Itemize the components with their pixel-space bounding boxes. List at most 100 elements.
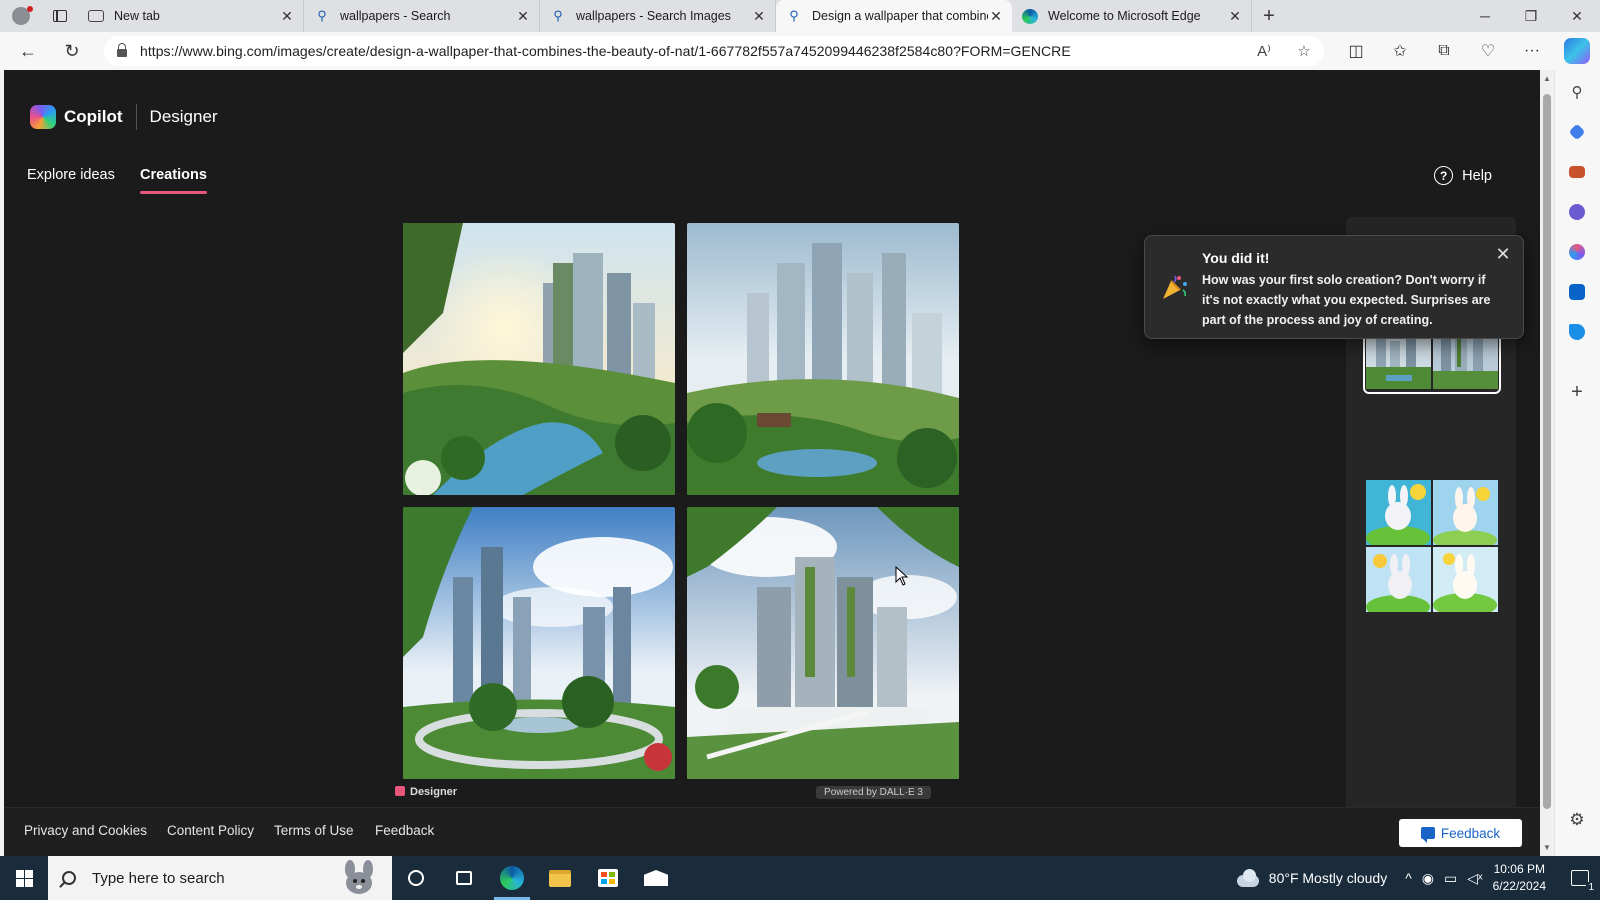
- feedback-button-label: Feedback: [1440, 825, 1501, 841]
- taskbar-search-placeholder: Type here to search: [92, 869, 225, 887]
- generated-image-3[interactable]: [403, 507, 675, 779]
- sidebar-search-icon[interactable]: ⚲: [1567, 82, 1587, 102]
- page-footer: Privacy and Cookies Content Policy Terms…: [4, 807, 1540, 856]
- scroll-up-arrow-icon[interactable]: ▲: [1542, 74, 1552, 83]
- scrollbar-thumb[interactable]: [1543, 94, 1551, 809]
- minimize-button[interactable]: ─: [1462, 0, 1508, 32]
- browser-tab-wallpapers-images[interactable]: ⚲ wallpapers - Search Images ✕: [540, 0, 776, 32]
- footer-link-feedback[interactable]: Feedback: [375, 823, 434, 838]
- tab-creations[interactable]: Creations: [140, 167, 207, 194]
- footer-link-privacy[interactable]: Privacy and Cookies: [24, 823, 147, 838]
- help-button[interactable]: ? Help: [1434, 166, 1492, 185]
- active-tab-indicator: [140, 191, 207, 194]
- mouse-cursor-icon: [895, 566, 909, 586]
- network-icon[interactable]: ▭: [1444, 870, 1457, 887]
- tab-actions-icon: [53, 10, 67, 22]
- favorites-button[interactable]: ✩: [1378, 32, 1422, 70]
- favorite-star-icon[interactable]: ☆: [1284, 42, 1324, 60]
- outlook-icon[interactable]: [1567, 282, 1587, 302]
- edge-icon: [1022, 8, 1038, 24]
- settings-more-button[interactable]: ···: [1510, 32, 1554, 70]
- back-button[interactable]: ←: [6, 32, 50, 70]
- search-highlight-icon: [345, 860, 373, 894]
- new-tab-button[interactable]: +: [1252, 0, 1286, 32]
- tab-explore-ideas[interactable]: Explore ideas: [27, 167, 115, 183]
- weather-cloud-icon[interactable]: [1235, 869, 1261, 887]
- profile-alert-dot: [27, 6, 33, 12]
- footer-link-terms[interactable]: Terms of Use: [274, 823, 354, 838]
- meet-now-icon[interactable]: ◉: [1422, 870, 1434, 887]
- browser-essentials-button[interactable]: ♡: [1466, 32, 1510, 70]
- generated-image-1[interactable]: [403, 223, 675, 495]
- browser-tab-design-wallpaper[interactable]: ⚲ Design a wallpaper that combine ✕: [776, 0, 1012, 32]
- generated-image-4[interactable]: [687, 507, 959, 779]
- close-tab-icon[interactable]: ✕: [751, 8, 767, 25]
- weather-text[interactable]: 80°F Mostly cloudy: [1269, 870, 1387, 886]
- clock-date: 6/22/2024: [1492, 879, 1546, 893]
- windows-taskbar: Type here to search 80°F Mostly cloudy ^…: [0, 856, 1600, 900]
- refresh-button[interactable]: ↻: [50, 32, 94, 70]
- tools-briefcase-icon[interactable]: [1567, 162, 1587, 182]
- url-text[interactable]: https://www.bing.com/images/create/desig…: [140, 43, 1244, 59]
- start-button[interactable]: [0, 856, 48, 900]
- browser-tab-wallpapers-search[interactable]: ⚲ wallpapers - Search ✕: [304, 0, 540, 32]
- close-tab-icon[interactable]: ✕: [515, 8, 531, 25]
- sidebar-settings-gear-icon[interactable]: ⚙: [1567, 810, 1587, 830]
- taskbar-store[interactable]: [584, 856, 632, 900]
- cortana-button[interactable]: [392, 856, 440, 900]
- collections-button[interactable]: ⧉: [1422, 32, 1466, 70]
- page-scrollbar[interactable]: ▲ ▼: [1540, 70, 1554, 856]
- games-icon[interactable]: [1567, 202, 1587, 222]
- taskbar-mail[interactable]: [632, 856, 680, 900]
- feedback-icon: [1420, 827, 1435, 843]
- read-aloud-icon[interactable]: A⁾: [1244, 42, 1284, 60]
- designer-logo[interactable]: Copilot Designer: [30, 104, 218, 130]
- taskbar-clock[interactable]: 10:06 PM 6/22/2024: [1493, 861, 1546, 895]
- show-hidden-icons-chevron-icon[interactable]: ^: [1405, 870, 1412, 886]
- toast-title: You did it!: [1202, 250, 1270, 266]
- history-group-bunny[interactable]: [1366, 480, 1498, 612]
- toast-message: How was your first solo creation? Don't …: [1202, 273, 1491, 327]
- close-tab-icon[interactable]: ✕: [1227, 8, 1243, 25]
- browser-tab-strip: New tab ✕ ⚲ wallpapers - Search ✕ ⚲ wall…: [0, 0, 1600, 32]
- browser-tab-welcome-edge[interactable]: Welcome to Microsoft Edge ✕: [1012, 0, 1252, 32]
- shopping-tag-icon[interactable]: [1567, 122, 1587, 142]
- edge-sidebar: ⚲ + ⚙: [1554, 70, 1600, 856]
- copilot-sidebar-button[interactable]: [1564, 38, 1590, 64]
- drop-icon[interactable]: [1567, 322, 1587, 342]
- split-screen-button[interactable]: ◫: [1334, 32, 1378, 70]
- volume-muted-icon[interactable]: ◁ˣ: [1467, 870, 1482, 887]
- tab-actions-button[interactable]: [42, 0, 78, 32]
- close-tab-icon[interactable]: ✕: [279, 8, 295, 25]
- profile-button[interactable]: [0, 0, 42, 32]
- lock-icon[interactable]: [104, 43, 140, 57]
- designer-watermark: Designer: [395, 786, 457, 798]
- help-label: Help: [1462, 167, 1492, 184]
- task-view-icon: [456, 871, 472, 885]
- tab-creations-label: Creations: [140, 167, 207, 183]
- close-icon[interactable]: ✕: [1493, 244, 1513, 265]
- close-window-button[interactable]: ✕: [1554, 0, 1600, 32]
- address-bar[interactable]: https://www.bing.com/images/create/desig…: [104, 36, 1324, 66]
- notification-center-button[interactable]: 1: [1560, 856, 1600, 900]
- feedback-button[interactable]: Feedback: [1399, 819, 1522, 847]
- party-popper-icon: [1163, 275, 1187, 299]
- microsoft-365-icon[interactable]: [1567, 242, 1587, 262]
- restore-button[interactable]: ❐: [1508, 0, 1554, 32]
- taskbar-search-box[interactable]: Type here to search: [48, 856, 392, 900]
- task-view-button[interactable]: [440, 856, 488, 900]
- generated-image-2[interactable]: [687, 223, 959, 495]
- add-sidebar-app-icon[interactable]: +: [1567, 381, 1587, 403]
- taskbar-edge[interactable]: [488, 856, 536, 900]
- close-tab-icon[interactable]: ✕: [988, 8, 1004, 25]
- scroll-down-arrow-icon[interactable]: ▼: [1542, 843, 1552, 852]
- footer-link-content-policy[interactable]: Content Policy: [167, 823, 254, 838]
- notification-count: 1: [1586, 882, 1596, 893]
- taskbar-file-explorer[interactable]: [536, 856, 584, 900]
- clock-time: 10:06 PM: [1493, 862, 1545, 876]
- tab-label: Design a wallpaper that combine: [812, 9, 988, 23]
- history-thumb: [1433, 480, 1498, 545]
- system-tray: 80°F Mostly cloudy ^ ◉ ▭ ◁ˣ 10:06 PM 6/2…: [1235, 856, 1600, 900]
- browser-tab-new-tab[interactable]: New tab ✕: [78, 0, 304, 32]
- mail-envelope-icon: [644, 870, 668, 886]
